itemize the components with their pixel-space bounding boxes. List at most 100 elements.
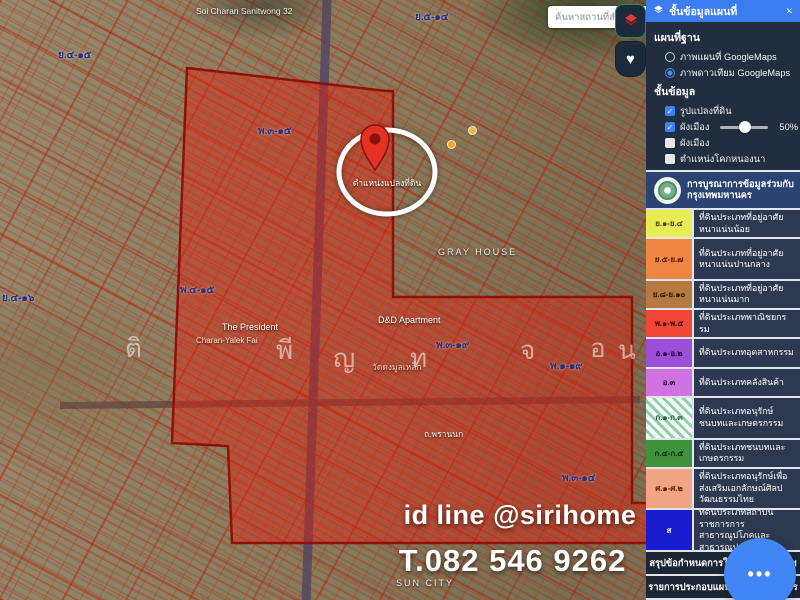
- legend-code: ย.๘-ย.๑๐: [653, 288, 686, 301]
- zone-code-label: พ.๑-๑๙: [550, 359, 583, 374]
- close-icon[interactable]: ✕: [785, 6, 793, 17]
- legend-label: ที่ดินประเภทที่อยู่อาศัยหนาแน่นมาก: [694, 281, 800, 308]
- legend-swatch: อ.๑-อ.๒: [646, 339, 694, 366]
- watermark-letter: จ: [520, 330, 535, 371]
- legend-row: ย.๘-ย.๑๐ ที่ดินประเภทที่อยู่อาศัยหนาแน่นม…: [646, 281, 800, 310]
- legend-swatch: พ.๑-พ.๕: [646, 310, 694, 337]
- place-label: D&D Apartment: [378, 315, 441, 325]
- legend-label: ที่ดินประเภทที่อยู่อาศัยหนาแน่นน้อย: [694, 210, 800, 237]
- place-label: GRAY HOUSE: [438, 247, 517, 257]
- watermark-letter: พี: [276, 330, 293, 371]
- place-label: ถ.พรานนก: [424, 427, 463, 441]
- checkbox-icon[interactable]: [665, 138, 675, 148]
- watermark-phone: T.082 546 9262: [380, 543, 645, 579]
- legend-list: ย.๑-ย.๔ ที่ดินประเภทที่อยู่อาศัยหนาแน่นน้…: [646, 210, 800, 552]
- legend-swatch: ย.๕-ย.๗: [646, 239, 694, 279]
- legend-label: ที่ดินประเภทชนบทและเกษตรกรรม: [694, 440, 800, 467]
- legend-label: ที่ดินประเภทอุตสาหกรรม: [694, 339, 800, 366]
- place-label: SUN CITY: [396, 578, 454, 588]
- legend-swatch: ส: [646, 510, 694, 550]
- legend-row: ก.๑-ก.๓ ที่ดินประเภทอนุรักษ์ชนบทและเกษตรก…: [646, 398, 800, 440]
- option-label: ภาพดาวเทียม GoogleMaps: [680, 66, 790, 81]
- app: Soi Charan Sanitwong 32 GRAY HOUSE The Pre…: [0, 0, 800, 600]
- banner-line2: กรุงเทพมหานคร: [687, 190, 794, 202]
- legend-row: อ.๑-อ.๒ ที่ดินประเภทอุตสาหกรรม: [646, 339, 800, 368]
- zone-code-label: ย.๕-๑๔: [415, 10, 448, 25]
- watermark-letter: ญ: [333, 338, 355, 379]
- watermark-line-id: id line @sirihome: [380, 500, 660, 531]
- legend-code: อ.๓: [663, 376, 676, 389]
- place-label: The President: [222, 322, 278, 332]
- ellipsis-icon: •••: [748, 564, 773, 585]
- watermark-letter: ติ: [125, 328, 142, 369]
- checkbox-checked-icon[interactable]: [665, 106, 675, 116]
- layer-item-khoknongna[interactable]: ตำแหน่งโคกหนองนา: [654, 151, 800, 167]
- zone-code-label: ย.๔-๑๖: [2, 291, 34, 306]
- pin-label: ตำแหน่งแปลงที่ดิน: [332, 176, 442, 190]
- legend-row: พ.๑-พ.๕ ที่ดินประเภทพาณิชยกรรม: [646, 310, 800, 339]
- watermark-letter: อ: [590, 328, 606, 369]
- legend-row: ย.๑-ย.๔ ที่ดินประเภทที่อยู่อาศัยหนาแน่นน้…: [646, 210, 800, 239]
- panel-title: ชั้นข้อมูลแผนที่: [669, 3, 780, 20]
- place-label: Soi Charan Sanitwong 32: [196, 6, 292, 16]
- banner-line1: การบูรณาการข้อมูลร่วมกับ: [687, 179, 794, 191]
- opacity-value: 50%: [779, 122, 798, 132]
- layers-icon: [623, 12, 639, 31]
- layers-panel: ชั้นข้อมูลแผนที่ ✕ แผนที่ฐาน ภาพแผนที่ G…: [646, 0, 800, 600]
- bma-integration-banner: การบูรณาการข้อมูลร่วมกับ กรุงเทพมหานคร: [646, 170, 800, 210]
- option-label: ภาพแผนที่ GoogleMaps: [680, 50, 777, 65]
- radio-icon[interactable]: [665, 52, 675, 62]
- legend-row: ศ.๑-ศ.๒ ที่ดินประเภทอนุรักษ์เพื่อส่งเสริม…: [646, 469, 800, 511]
- legend-code: ก.๔-ก.๕: [655, 447, 684, 460]
- legend-code: ย.๕-ย.๗: [655, 253, 684, 266]
- base-map-option-roadmap[interactable]: ภาพแผนที่ GoogleMaps: [654, 49, 800, 65]
- zone-code-label: พ.๓-๑๕: [258, 124, 291, 139]
- base-map-title: แผนที่ฐาน: [654, 29, 800, 46]
- base-map-option-satellite[interactable]: ภาพดาวเทียม GoogleMaps: [654, 65, 800, 81]
- legend-code: ศ.๑-ศ.๒: [655, 482, 683, 495]
- legend-row: ก.๔-ก.๕ ที่ดินประเภทชนบทและเกษตรกรรม: [646, 440, 800, 469]
- watermark-letter: ท: [410, 338, 427, 379]
- radio-selected-icon[interactable]: [665, 68, 675, 78]
- layer-item-parcels[interactable]: รูปแปลงที่ดิน: [654, 103, 800, 119]
- poi-marker: [447, 140, 456, 149]
- legend-label: ที่ดินประเภทที่อยู่อาศัยหนาแน่นปานกลาง: [694, 239, 800, 279]
- watermark-letter: น: [618, 330, 636, 371]
- legend-code: อ.๑-อ.๒: [655, 347, 682, 360]
- legend-swatch: ก.๔-ก.๕: [646, 440, 694, 467]
- legend-swatch: ย.๘-ย.๑๐: [646, 281, 694, 308]
- legend-label: ที่ดินประเภทอนุรักษ์ชนบทและเกษตรกรรม: [694, 398, 800, 438]
- more-actions-fab[interactable]: •••: [724, 538, 796, 600]
- zone-code-label: ย.๔-๑๕: [58, 48, 91, 63]
- layer-label: ผังเมือง: [680, 136, 709, 151]
- checkbox-checked-icon[interactable]: [665, 122, 675, 132]
- opacity-slider[interactable]: [720, 126, 768, 129]
- layer-label: ผังเมือง: [680, 120, 709, 135]
- favorite-button[interactable]: ♥: [615, 41, 646, 77]
- legend-code: ส: [667, 524, 672, 537]
- layer-label: ตำแหน่งโคกหนองนา: [680, 152, 765, 167]
- checkbox-icon[interactable]: [665, 154, 675, 164]
- legend-swatch: ศ.๑-ศ.๒: [646, 469, 694, 509]
- place-label: Charan-Yalek Fai: [196, 336, 258, 345]
- legend-swatch: อ.๓: [646, 369, 694, 396]
- slider-knob[interactable]: [739, 121, 751, 133]
- layer-label: รูปแปลงที่ดิน: [680, 104, 732, 119]
- layers-section-title: ชั้นข้อมูล: [654, 83, 800, 100]
- poi-marker: [468, 126, 477, 135]
- legend-code: ย.๑-ย.๔: [655, 217, 683, 230]
- bma-seal-icon: [654, 177, 681, 204]
- legend-label: ที่ดินประเภทอนุรักษ์เพื่อส่งเสริมเอกลักษ…: [694, 469, 800, 509]
- layers-stack-icon: [653, 4, 664, 18]
- heart-icon: ♥: [626, 52, 635, 67]
- legend-label: ที่ดินประเภทพาณิชยกรรม: [694, 310, 800, 337]
- layer-item-cityplan2[interactable]: ผังเมือง: [654, 135, 800, 151]
- panel-controls: แผนที่ฐาน ภาพแผนที่ GoogleMaps ภาพดาวเที…: [646, 22, 800, 170]
- legend-code: ก.๑-ก.๓: [655, 411, 682, 424]
- legend-swatch: ก.๑-ก.๓: [646, 398, 694, 438]
- legend-code: พ.๑-พ.๕: [655, 317, 684, 330]
- zone-code-label: พ.๓-๑๔: [562, 471, 595, 486]
- layer-item-cityplan[interactable]: ผังเมือง 50%: [654, 119, 800, 135]
- legend-row: ย.๕-ย.๗ ที่ดินประเภทที่อยู่อาศัยหนาแน่นปา…: [646, 239, 800, 281]
- layers-toggle-button[interactable]: [615, 4, 646, 38]
